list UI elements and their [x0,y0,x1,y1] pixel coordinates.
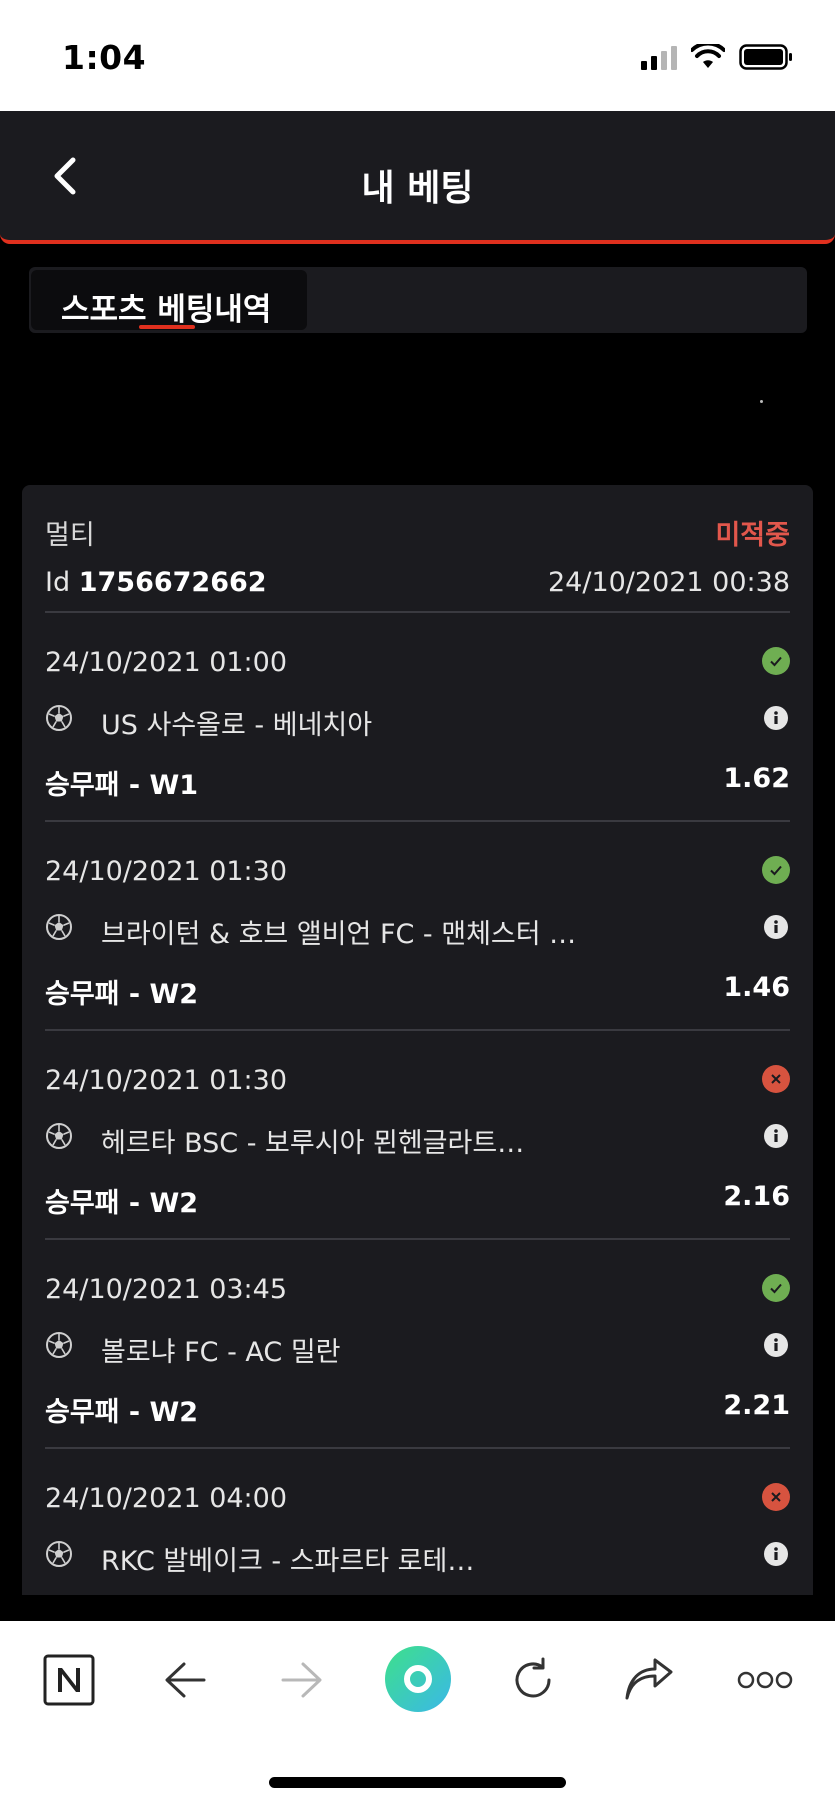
check-circle-icon [762,856,790,884]
browser-forward-button[interactable] [267,1645,337,1715]
reload-icon [515,1657,551,1698]
arrow-right-icon [281,1662,322,1698]
soccer-ball-icon [46,1123,72,1149]
selection-odds: 1.62 [723,763,790,794]
tab-sports-bet-history[interactable]: 스포츠 베팅내역 [31,270,307,330]
selection-market: 승무패 - W1 [45,770,199,801]
selection-date: 24/10/2021 03:45 [45,1274,288,1305]
selection-market: 승무패 - W2 [45,979,199,1010]
selection-market: 승무패 - W2 [45,1397,199,1428]
selection-match: US 사수올로 - 베네치아 [101,710,373,741]
naver-home-button[interactable] [34,1645,104,1715]
bet-type: 멀티 [45,519,95,551]
selection-item: 24/10/2021 01:30 헤르타 BSC - 보루시아 묀헨글라트… 승… [45,1031,790,1240]
selection-odds: 1.46 [723,972,790,1003]
bet-placed-at: 24/10/2021 00:38 [547,566,790,598]
info-icon[interactable] [764,1542,788,1566]
selection-date: 24/10/2021 01:30 [45,856,288,887]
browser-back-button[interactable] [150,1645,220,1715]
selection-item: 24/10/2021 01:00 US 사수올로 - 베네치아 승무패 - W1… [45,613,790,822]
status-icons [641,44,793,70]
status-time: 1:04 [62,38,147,77]
tab-active-indicator [139,325,195,329]
selection-list: 24/10/2021 01:00 US 사수올로 - 베네치아 승무패 - W1… [45,613,790,1595]
selection-match: 브라이턴 & 호브 앨비언 FC - 맨체스터 … [101,919,577,950]
soccer-ball-icon [46,914,72,940]
wifi-icon [691,44,725,68]
selection-date: 24/10/2021 04:00 [45,1483,288,1514]
selection-item: 24/10/2021 03:45 볼로냐 FC - AC 밀란 승무패 - W2… [45,1240,790,1449]
bet-id-value: 1756672662 [78,566,267,598]
selection-odds: 2.16 [723,1181,790,1212]
browser-green-dot-button[interactable] [380,1641,456,1717]
browser-more-button[interactable] [730,1645,800,1715]
bet-type-row: 멀티 미적중 [45,507,790,557]
green-dot-icon [385,1646,451,1712]
page-title: 내 베팅 [361,168,474,209]
soccer-ball-icon [46,1332,72,1358]
selection-item: 24/10/2021 04:00 RKC 발베이크 - 스파르타 로테… [45,1449,790,1595]
info-icon[interactable] [764,1333,788,1357]
app-header: 내 베팅 [0,111,835,244]
browser-share-button[interactable] [614,1645,684,1715]
arrow-left-icon [165,1662,206,1698]
status-bar: 1:04 [0,0,835,111]
selection-date: 24/10/2021 01:00 [45,647,288,678]
selection-market: 승무패 - W2 [45,1188,199,1219]
soccer-ball-icon [46,705,72,731]
soccer-ball-icon [46,1541,72,1567]
battery-icon [739,44,792,70]
browser-reload-button[interactable] [498,1645,568,1715]
share-icon [625,1658,673,1700]
selection-match: 헤르타 BSC - 보루시아 묀헨글라트… [101,1128,525,1159]
x-circle-icon [762,1483,790,1511]
info-icon[interactable] [764,915,788,939]
signal-icon [641,44,677,70]
check-circle-icon [762,1274,790,1302]
tab-label: 스포츠 베팅내역 [61,292,272,328]
browser-toolbar [0,1621,835,1808]
decorative-dot [760,400,763,403]
selection-match: 볼로냐 FC - AC 밀란 [101,1337,341,1368]
bet-id-row: Id 1756672662 24/10/2021 00:38 [45,557,790,607]
more-icon [737,1671,793,1689]
bet-card: 멀티 미적중 Id 1756672662 24/10/2021 00:38 24… [22,485,813,1595]
home-indicator [269,1777,566,1788]
x-circle-icon [762,1065,790,1093]
selection-odds: 2.21 [723,1390,790,1421]
info-icon[interactable] [764,706,788,730]
naver-n-icon [43,1654,95,1706]
selection-date: 24/10/2021 01:30 [45,1065,288,1096]
check-circle-icon [762,647,790,675]
selection-match: RKC 발베이크 - 스파르타 로테… [101,1546,475,1577]
info-icon[interactable] [764,1124,788,1148]
tab-bar: 스포츠 베팅내역 [29,267,807,333]
selection-item: 24/10/2021 01:30 브라이턴 & 호브 앨비언 FC - 맨체스터… [45,822,790,1031]
bet-id: Id 1756672662 [45,566,267,598]
bet-status-badge: 미적중 [715,519,790,551]
